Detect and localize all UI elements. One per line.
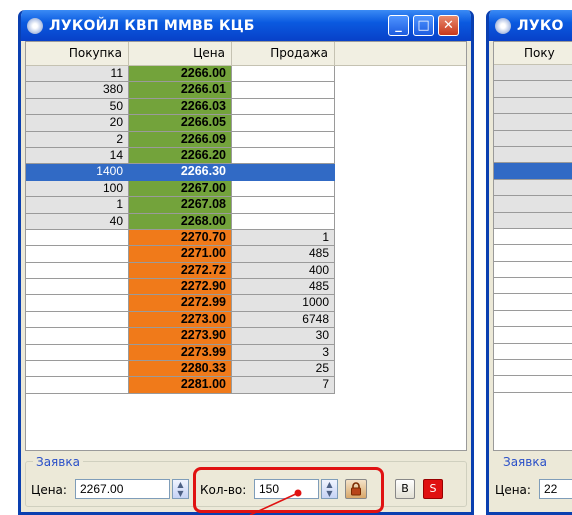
callout-arrow [249,489,302,515]
